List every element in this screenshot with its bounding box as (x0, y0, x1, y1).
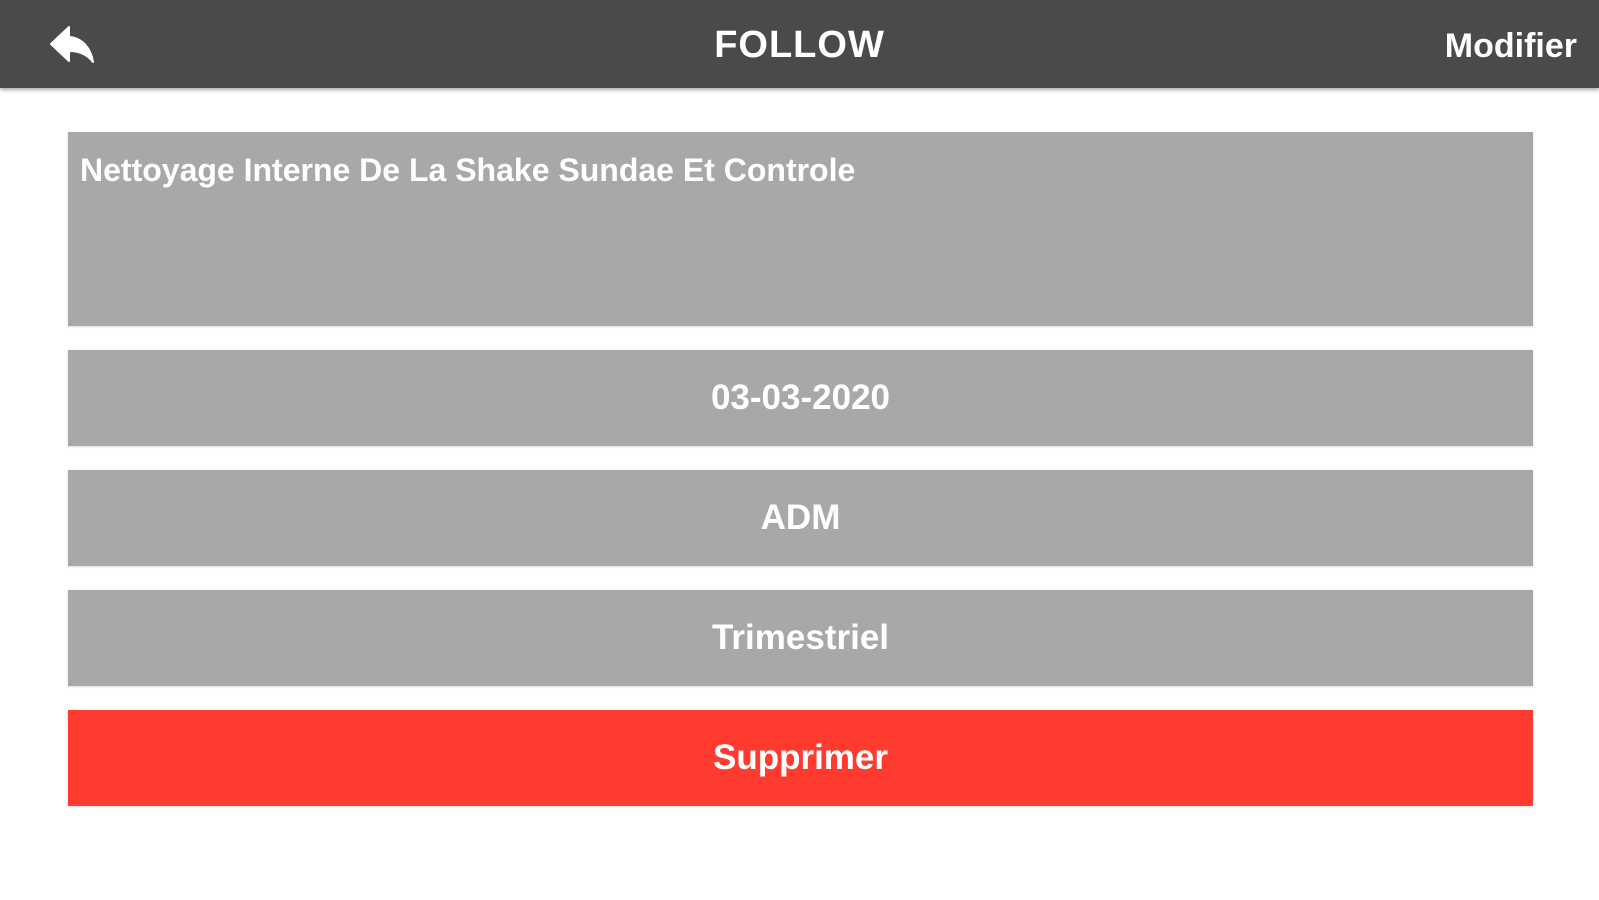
delete-button[interactable]: Supprimer (68, 710, 1533, 806)
frequency-field[interactable]: Trimestriel (68, 590, 1533, 686)
edit-button[interactable]: Modifier (1445, 0, 1577, 88)
back-arrow-icon (50, 26, 94, 63)
date-field[interactable]: 03-03-2020 (68, 350, 1533, 446)
detail-form: Nettoyage Interne De La Shake Sundae Et … (68, 132, 1533, 806)
description-field[interactable]: Nettoyage Interne De La Shake Sundae Et … (68, 132, 1533, 326)
assignee-field[interactable]: ADM (68, 470, 1533, 566)
top-bar: FOLLOW Modifier (0, 0, 1599, 88)
page-title: FOLLOW (714, 24, 885, 66)
back-button[interactable] (44, 22, 100, 68)
